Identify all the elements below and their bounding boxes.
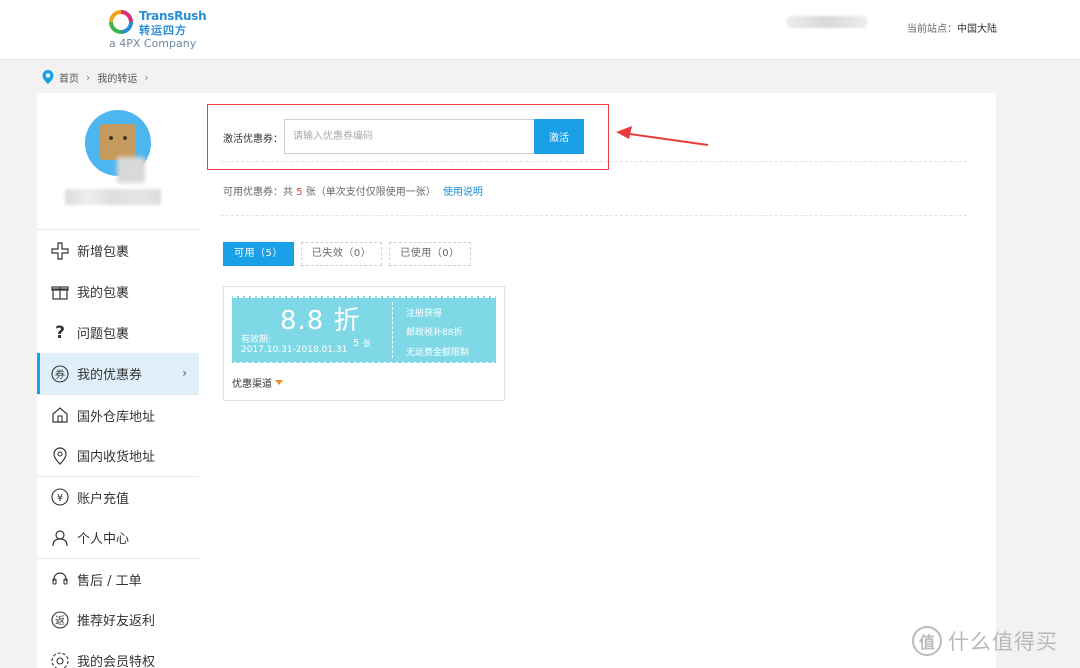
coupon-channel-label: 优惠渠道 bbox=[232, 379, 272, 390]
watermark-text: 什么值得买 bbox=[948, 630, 1058, 654]
location-pin-icon bbox=[50, 446, 70, 466]
watermark-logo: 值 bbox=[912, 626, 942, 656]
sidebar-menu: 新增包裹 我的包裹 ? 问题包裹 券 我的优惠券 › 国外仓库地址 国内收货地址… bbox=[37, 230, 199, 668]
activate-coupon-label: 激活优惠券： bbox=[223, 134, 283, 145]
sidebar-item-label: 我的包裹 bbox=[77, 286, 130, 301]
sidebar-item-label: 我的会员特权 bbox=[77, 655, 156, 668]
sidebar-item-label: 售后 / 工单 bbox=[77, 573, 142, 589]
sidebar-item-recharge[interactable]: ¥ 账户充值 bbox=[37, 476, 199, 517]
available-prefix: 可用优惠券：共 bbox=[223, 187, 293, 198]
sidebar-item-referral[interactable]: 返 推荐好友返利 bbox=[37, 599, 199, 640]
svg-text:返: 返 bbox=[55, 615, 65, 627]
sidebar-item-personal-center[interactable]: 个人中心 bbox=[37, 517, 199, 558]
ticket-edge bbox=[232, 361, 496, 365]
sidebar-item-label: 推荐好友返利 bbox=[77, 614, 156, 629]
coupon-ticket[interactable]: 8.8 折 有效期: 2017.10.31-2018.01.31 5 张 注册获… bbox=[232, 294, 496, 365]
sidebar-item-problem-packages[interactable]: ? 问题包裹 bbox=[37, 312, 199, 353]
usage-instructions-link[interactable]: 使用说明 bbox=[443, 187, 483, 198]
coupon-count-value: 5 bbox=[353, 338, 360, 349]
warehouse-icon bbox=[50, 405, 70, 425]
top-header: TransRush 转运四方 a 4PX Company 当前站点：中国大陆 bbox=[0, 0, 1080, 60]
rebate-icon: 返 bbox=[50, 610, 70, 630]
chevron-right-icon: › bbox=[86, 70, 91, 84]
coupon-benefit: 邮政税补88折 bbox=[406, 328, 463, 338]
tab-expired[interactable]: 已失效（0） bbox=[300, 242, 383, 266]
ticket-edge bbox=[232, 294, 496, 298]
blurred-user-level bbox=[117, 157, 145, 183]
gift-box-icon bbox=[50, 282, 70, 302]
site-label: 当前站点： bbox=[907, 24, 957, 35]
sidebar-item-add-package[interactable]: 新增包裹 bbox=[37, 230, 199, 271]
sidebar-item-after-sales[interactable]: 售后 / 工单 bbox=[37, 558, 199, 599]
available-suffix: 张（单次支付仅限使用一张） bbox=[305, 187, 436, 198]
logo-mark-icon bbox=[109, 10, 133, 34]
sidebar-item-label: 个人中心 bbox=[77, 532, 130, 547]
member-icon bbox=[50, 651, 70, 668]
sidebar-item-label: 国内收货地址 bbox=[77, 450, 156, 465]
sidebar-item-overseas-warehouse[interactable]: 国外仓库地址 bbox=[37, 394, 199, 435]
yen-icon: ¥ bbox=[50, 487, 70, 507]
tab-used[interactable]: 已使用（0） bbox=[389, 242, 471, 266]
coupon-valid-range: 2017.10.31-2018.01.31 bbox=[241, 345, 348, 355]
sidebar-item-label: 我的优惠券 bbox=[77, 368, 143, 383]
available-coupons-info: 可用优惠券：共 5 张（单次支付仅限使用一张） 使用说明 bbox=[223, 183, 483, 198]
available-count: 5 bbox=[296, 187, 303, 198]
sidebar-item-my-packages[interactable]: 我的包裹 bbox=[37, 271, 199, 312]
coupon-source: 注册获得 bbox=[406, 309, 443, 319]
brand-name-cn: 转运四方 bbox=[139, 24, 187, 37]
sidebar-item-label: 账户充值 bbox=[77, 491, 130, 507]
sidebar-item-label: 国外仓库地址 bbox=[77, 409, 156, 425]
sidebar-item-my-coupons[interactable]: 券 我的优惠券 › bbox=[37, 353, 199, 394]
coupon-count: 5 张 bbox=[353, 338, 371, 349]
coupon-discount: 8.8 折 bbox=[280, 306, 361, 336]
svg-text:¥: ¥ bbox=[57, 493, 63, 504]
location-pin-icon bbox=[42, 70, 54, 84]
brand-name-en: TransRush bbox=[139, 9, 207, 23]
chevron-right-icon: › bbox=[144, 70, 149, 84]
user-profile bbox=[37, 93, 199, 230]
plus-icon bbox=[50, 241, 70, 261]
coupon-count-unit: 张 bbox=[362, 339, 371, 348]
coupon-panel: 激活优惠券： 激活 可用优惠券：共 5 张（单次支付仅限使用一张） 使用说明 可… bbox=[199, 93, 996, 668]
breadcrumb-current[interactable]: 我的转运 bbox=[97, 70, 137, 85]
site-value: 中国大陆 bbox=[957, 24, 997, 35]
sidebar-item-label: 问题包裹 bbox=[77, 327, 130, 342]
brand-subtitle: a 4PX Company bbox=[109, 37, 197, 50]
coupon-limit: 无运费金额限制 bbox=[406, 348, 470, 358]
coupon-channel-toggle[interactable]: 优惠渠道 bbox=[232, 375, 283, 390]
divider bbox=[221, 161, 967, 162]
breadcrumb: 首页 › 我的转运 › bbox=[41, 68, 156, 86]
coupon-valid-label: 有效期: bbox=[241, 335, 272, 345]
transrush-logo[interactable]: TransRush 转运四方 a 4PX Company bbox=[107, 8, 207, 52]
chevron-right-icon: › bbox=[182, 366, 187, 380]
headset-icon bbox=[50, 569, 70, 589]
coupon-status-tabs: 可用（5） 已失效（0） 已使用（0） bbox=[223, 242, 478, 266]
blurred-user-id bbox=[65, 189, 161, 205]
coupon-code-input[interactable] bbox=[284, 119, 536, 154]
svg-text:券: 券 bbox=[55, 368, 65, 381]
person-icon bbox=[50, 528, 70, 548]
activate-button[interactable]: 激活 bbox=[534, 119, 584, 154]
watermark: 值 什么值得买 bbox=[912, 626, 1058, 656]
sidebar: 新增包裹 我的包裹 ? 问题包裹 券 我的优惠券 › 国外仓库地址 国内收货地址… bbox=[37, 93, 199, 668]
coupon-icon: 券 bbox=[50, 364, 70, 384]
sidebar-item-label: 新增包裹 bbox=[77, 245, 130, 260]
breadcrumb-home[interactable]: 首页 bbox=[59, 70, 79, 85]
ticket-divider bbox=[392, 302, 393, 358]
annotation-arrow-icon bbox=[616, 126, 709, 146]
question-icon: ? bbox=[55, 322, 65, 343]
sidebar-item-domestic-address[interactable]: 国内收货地址 bbox=[37, 435, 199, 476]
tab-available[interactable]: 可用（5） bbox=[223, 242, 294, 266]
blurred-username bbox=[786, 16, 868, 28]
current-site[interactable]: 当前站点：中国大陆 bbox=[907, 20, 997, 35]
caret-down-icon bbox=[275, 380, 283, 385]
coupon-card: 8.8 折 有效期: 2017.10.31-2018.01.31 5 张 注册获… bbox=[223, 286, 505, 401]
divider bbox=[221, 215, 967, 216]
sidebar-item-member-privileges[interactable]: 我的会员特权 bbox=[37, 640, 199, 668]
